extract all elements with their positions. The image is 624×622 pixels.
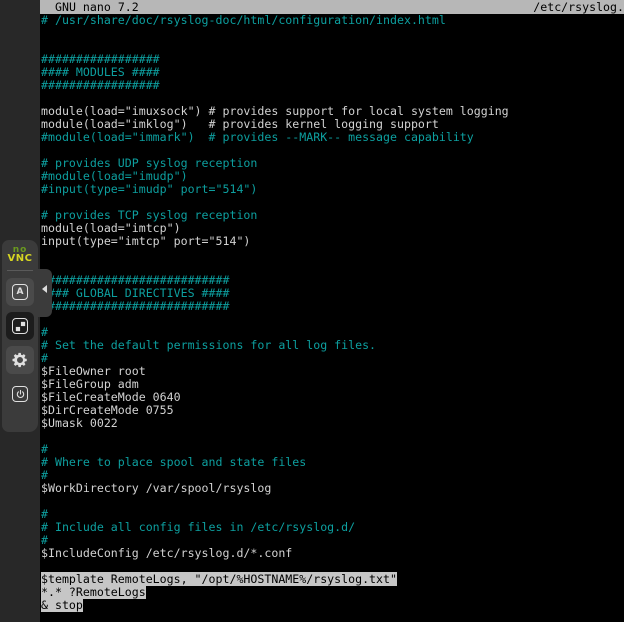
terminal-line xyxy=(41,495,624,508)
terminal-line: # /usr/share/doc/rsyslog-doc/html/config… xyxy=(41,14,624,27)
terminal-line: input(type="imtcp" port="514") xyxy=(41,235,624,248)
vnc-control-bar: no VNC A xyxy=(2,240,38,432)
nano-titlebar: GNU nano 7.2 /etc/rsyslog. xyxy=(40,0,624,14)
novnc-logo-vnc: VNC xyxy=(8,254,33,263)
collapse-arrow-icon xyxy=(42,285,47,293)
terminal-line: #input(type="imudp" port="514") xyxy=(41,183,624,196)
settings-button[interactable] xyxy=(6,346,34,374)
terminal-line xyxy=(41,430,624,443)
terminal-window[interactable]: GNU nano 7.2 /etc/rsyslog. # /usr/share/… xyxy=(40,0,624,622)
terminal-line: # Set the default permissions for all lo… xyxy=(41,339,624,352)
terminal-line: # Include all config files in /etc/rsysl… xyxy=(41,521,624,534)
novnc-logo: no VNC xyxy=(8,247,33,263)
control-bar-divider xyxy=(7,270,33,271)
nano-filename-label: /etc/rsyslog. xyxy=(533,0,624,14)
terminal-line: $WorkDirectory /var/spool/rsyslog xyxy=(41,482,624,495)
power-icon xyxy=(12,386,28,402)
gear-icon xyxy=(11,351,29,369)
terminal-line: *.* ?RemoteLogs xyxy=(41,586,624,599)
terminal-line: # Where to place spool and state files xyxy=(41,456,624,469)
control-bar-handle[interactable] xyxy=(38,269,52,317)
power-button[interactable] xyxy=(6,380,34,408)
terminal-line: $Umask 0022 xyxy=(41,417,624,430)
terminal-line xyxy=(41,313,624,326)
terminal-line: $IncludeConfig /etc/rsyslog.d/*.conf xyxy=(41,547,624,560)
terminal-line: $DirCreateMode 0755 xyxy=(41,404,624,417)
clipboard-button[interactable]: A xyxy=(6,278,34,306)
terminal-line: ################# xyxy=(41,79,624,92)
terminal-line xyxy=(41,27,624,40)
terminal-line: & stop xyxy=(41,599,624,612)
terminal-line: #module(load="immark") # provides --MARK… xyxy=(41,131,624,144)
fullscreen-icon xyxy=(12,318,28,334)
editor-buffer[interactable]: # /usr/share/doc/rsyslog-doc/html/config… xyxy=(41,14,624,622)
terminal-line xyxy=(41,248,624,261)
terminal-line: ########################### xyxy=(41,300,624,313)
fullscreen-button[interactable] xyxy=(6,312,34,340)
clipboard-icon: A xyxy=(12,284,28,300)
nano-version-label: GNU nano 7.2 xyxy=(40,0,139,14)
